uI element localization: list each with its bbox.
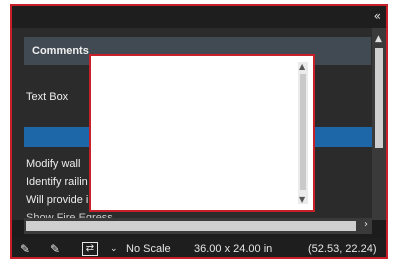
comments-title: Comments — [32, 45, 89, 57]
popup-scrollbar[interactable]: ▲ ▼ — [298, 62, 308, 204]
comment-row[interactable]: Modify wall — [26, 158, 80, 170]
chevron-down-icon[interactable]: ⌄ — [110, 244, 126, 257]
comment-editor[interactable]: ▲ ▼ — [93, 58, 311, 208]
scroll-up-icon[interactable]: ▲ — [375, 34, 382, 44]
comment-row[interactable]: Will provide i — [26, 194, 88, 206]
pen-tool-icon[interactable]: ✎ — [20, 242, 36, 256]
popup-scroll-thumb[interactable] — [300, 74, 306, 190]
collapse-panel-icon[interactable]: « — [374, 9, 381, 23]
panel-horizontal-scrollbar[interactable]: › — [24, 218, 372, 234]
top-bar: « — [12, 6, 386, 28]
sync-icon[interactable]: ⇄ — [82, 242, 98, 256]
horizontal-scroll-thumb[interactable] — [26, 221, 356, 231]
popup-scroll-up-icon[interactable]: ▲ — [299, 62, 305, 71]
status-bar: ✎ ✎ ⇄ ⌄ No Scale 36.00 x 24.00 in (52.53… — [12, 238, 386, 257]
scale-label[interactable]: No Scale — [126, 243, 171, 255]
text-box-label[interactable]: Text Box — [26, 91, 68, 103]
pen-options-icon[interactable]: ✎ — [50, 242, 66, 256]
cursor-coordinates: (52.53, 22.24) — [308, 243, 377, 255]
page-dimensions: 36.00 x 24.00 in — [194, 243, 273, 255]
scroll-thumb[interactable] — [375, 48, 383, 148]
comment-row[interactable]: Identify railin — [26, 176, 88, 188]
comment-popup[interactable]: ▲ ▼ — [89, 54, 315, 212]
panel-vertical-scrollbar[interactable]: ▲ — [372, 28, 386, 220]
scroll-right-icon[interactable]: › — [364, 219, 368, 230]
popup-scroll-down-icon[interactable]: ▼ — [299, 195, 305, 204]
